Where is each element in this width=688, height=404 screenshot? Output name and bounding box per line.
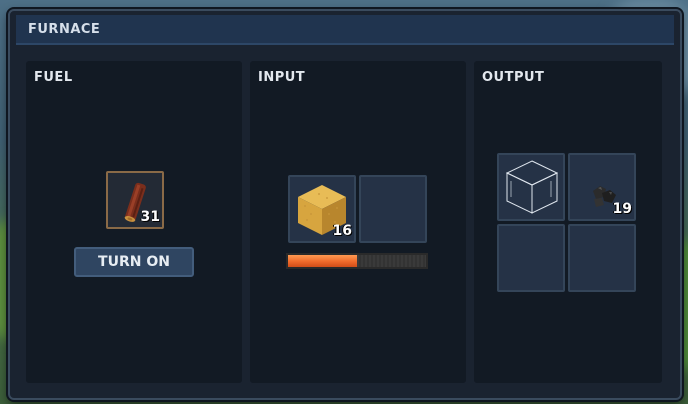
- input-count: 16: [332, 223, 352, 239]
- window-title: FURNACE: [28, 21, 101, 37]
- input-slot[interactable]: 16: [288, 175, 356, 243]
- output-panel: OUTPUT 19: [474, 61, 662, 383]
- furnace-window: FURNACE FUEL 31 TURN ON INPUT 16 OUTPUT …: [8, 9, 682, 400]
- fuel-slot[interactable]: 31: [106, 171, 164, 229]
- output-count: 19: [612, 201, 632, 217]
- output-label: OUTPUT: [482, 70, 545, 85]
- output-slot[interactable]: 19: [568, 153, 636, 221]
- fuel-panel: FUEL 31 TURN ON: [26, 61, 242, 383]
- smelt-progress-track: [357, 255, 426, 267]
- output-slot-empty[interactable]: [497, 224, 565, 292]
- title-bar: FURNACE: [16, 15, 674, 45]
- input-label: INPUT: [258, 70, 306, 85]
- input-panel: INPUT 16: [250, 61, 466, 383]
- turn-on-button[interactable]: TURN ON: [74, 247, 194, 277]
- glass-block-icon: [505, 159, 559, 215]
- output-slot-empty[interactable]: [568, 224, 636, 292]
- smelt-progress-bar: [286, 253, 428, 269]
- output-slot[interactable]: [497, 153, 565, 221]
- fuel-count: 31: [140, 209, 160, 225]
- smelt-progress-fill: [288, 255, 357, 267]
- input-slot-empty[interactable]: [359, 175, 427, 243]
- fuel-label: FUEL: [34, 70, 73, 85]
